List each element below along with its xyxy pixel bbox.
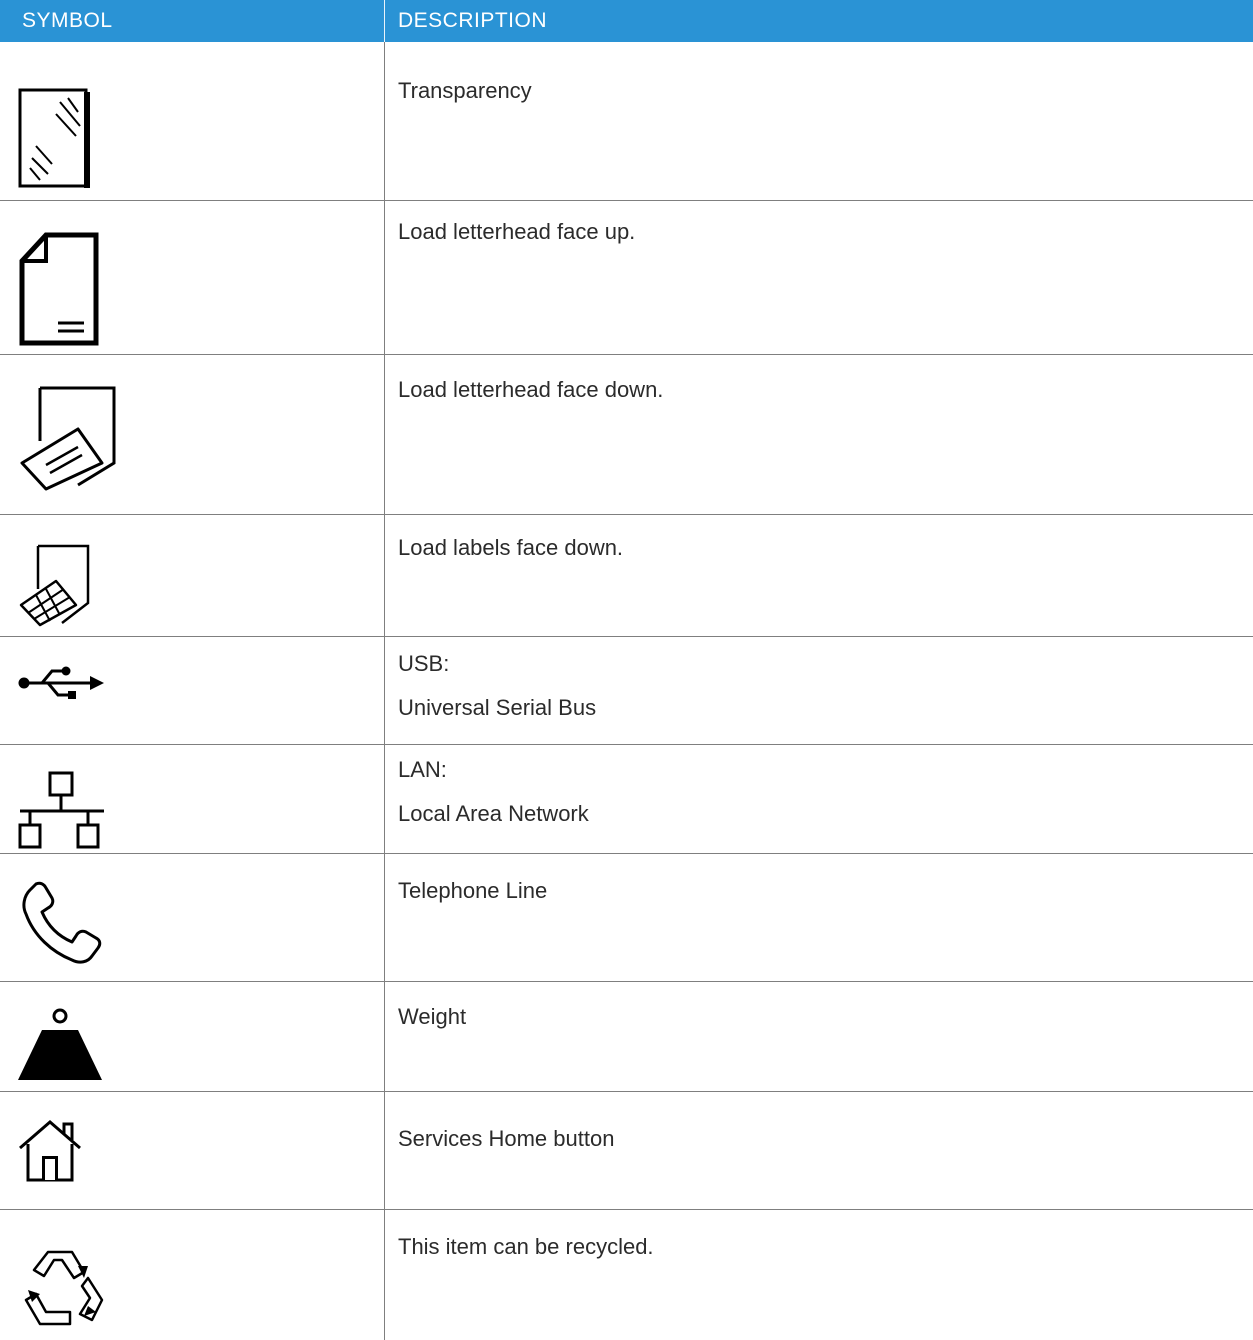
description-text: Load letterhead face down. (398, 377, 664, 402)
description-text: Load letterhead face up. (398, 219, 636, 244)
transparency-icon (18, 88, 90, 188)
usb-icon (18, 666, 104, 699)
description-column-header: DESCRIPTION (398, 9, 548, 32)
table-row: Load labels face down. (0, 515, 1253, 636)
table-row: Transparency (0, 42, 1253, 200)
description-text: Services Home button (398, 1126, 615, 1151)
table-row: Weight (0, 982, 1253, 1091)
symbol-cell (0, 355, 384, 514)
table-row: LAN: Local Area Network (0, 745, 1253, 853)
symbol-cell (0, 637, 384, 744)
symbol-cell (0, 854, 384, 981)
symbol-cell (0, 42, 384, 200)
description-text: Weight (398, 1004, 467, 1029)
telephone-line-icon (22, 881, 102, 964)
description-text: Universal Serial Bus (398, 695, 597, 720)
table-row: Telephone Line (0, 854, 1253, 981)
recycle-icon (24, 1250, 104, 1326)
symbol-cell (0, 982, 384, 1091)
description-text: Local Area Network (398, 801, 589, 826)
description-text: This item can be recycled. (398, 1234, 654, 1259)
services-home-icon (19, 1120, 81, 1182)
letterhead-face-up-icon (19, 232, 99, 346)
description-text: USB: (398, 651, 450, 676)
description-text: Load labels face down. (398, 535, 624, 560)
description-cell: USB: Universal Serial Bus (398, 651, 596, 721)
table-row: This item can be recycled. (0, 1210, 1253, 1340)
description-cell: Weight (398, 1004, 466, 1030)
description-text: Telephone Line (398, 878, 548, 903)
description-cell: Load labels face down. (398, 535, 623, 561)
table-row: USB: Universal Serial Bus (0, 637, 1253, 744)
symbol-column-header: SYMBOL (22, 9, 113, 32)
description-text: LAN: (398, 757, 447, 782)
table-row: Load letterhead face up. (0, 201, 1253, 354)
description-cell: LAN: Local Area Network (398, 757, 589, 827)
lan-icon (18, 771, 104, 849)
description-cell: Services Home button (398, 1126, 614, 1152)
table-row: Load letterhead face down. (0, 355, 1253, 514)
description-cell: Load letterhead face up. (398, 219, 635, 245)
labels-face-down-icon (19, 544, 90, 627)
table-row: Services Home button (0, 1092, 1253, 1209)
symbol-cell (0, 201, 384, 354)
header-divider (384, 0, 385, 42)
description-cell: Transparency (398, 78, 532, 104)
description-cell: This item can be recycled. (398, 1234, 654, 1260)
table-header: SYMBOL DESCRIPTION (0, 0, 1253, 42)
symbol-cell (0, 745, 384, 853)
symbol-cell (0, 515, 384, 636)
description-cell: Telephone Line (398, 878, 547, 904)
weight-icon (18, 1008, 102, 1080)
symbol-cell (0, 1092, 384, 1209)
symbol-cell (0, 1210, 384, 1340)
description-text: Transparency (398, 78, 532, 103)
description-cell: Load letterhead face down. (398, 377, 663, 403)
letterhead-face-down-icon (20, 386, 116, 491)
